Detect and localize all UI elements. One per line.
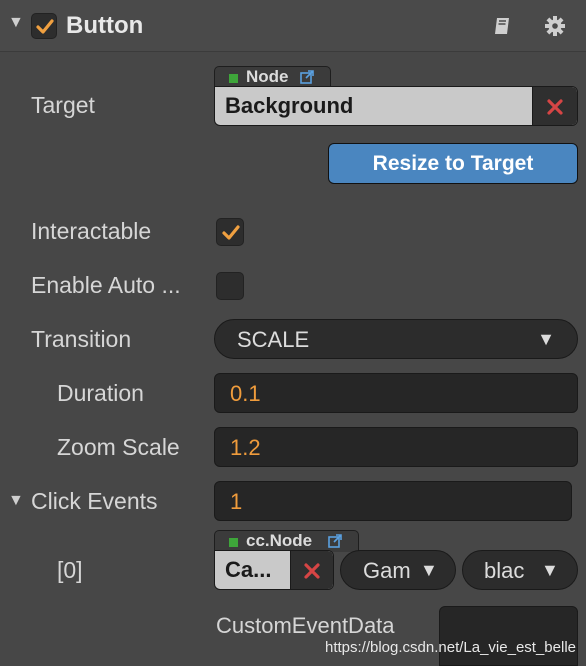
watermark-text: https://blog.csdn.net/La_vie_est_belle	[324, 639, 576, 656]
duration-value: 0.1	[230, 381, 261, 406]
checkmark-icon	[222, 225, 240, 240]
enable-auto-label: Enable Auto ...	[31, 272, 181, 298]
target-value: Background	[225, 93, 354, 118]
component-header: ▼ Button	[0, 0, 586, 52]
event-handler-select[interactable]: blac ▼	[462, 550, 578, 590]
book-icon[interactable]	[492, 15, 514, 37]
interactable-label: Interactable	[31, 218, 152, 244]
event-target-type-label: cc.Node	[246, 531, 313, 550]
interactable-checkbox[interactable]	[216, 218, 244, 246]
event-handler-value: blac	[484, 558, 525, 583]
transition-select[interactable]: SCALE ▼	[214, 319, 578, 359]
custom-event-data-input[interactable]	[439, 606, 578, 666]
click-events-count-value: 1	[230, 489, 243, 514]
external-link-icon[interactable]	[299, 69, 315, 85]
event-component-select[interactable]: Gam ▼	[340, 550, 456, 590]
event-target-remove-button[interactable]	[290, 551, 333, 589]
header-divider	[0, 51, 586, 52]
target-remove-button[interactable]	[532, 87, 577, 125]
external-link-icon[interactable]	[327, 533, 343, 549]
target-type-label: Node	[246, 67, 289, 86]
click-events-collapse-arrow-icon[interactable]: ▼	[8, 492, 24, 510]
duration-label: Duration	[57, 380, 144, 406]
component-title: Button	[66, 12, 144, 39]
transition-label: Transition	[31, 326, 132, 352]
event-target-node-field[interactable]: Ca...	[214, 550, 334, 590]
enable-auto-checkbox[interactable]	[216, 272, 244, 300]
dropdown-caret-icon: ▼	[537, 329, 555, 349]
resize-to-target-button[interactable]: Resize to Target	[328, 143, 578, 184]
component-enabled-checkbox[interactable]	[31, 13, 57, 39]
remove-x-icon	[304, 563, 320, 579]
dropdown-caret-icon: ▼	[541, 560, 559, 580]
duration-input[interactable]: 0.1	[214, 373, 578, 413]
dropdown-caret-icon: ▼	[420, 560, 438, 580]
target-node-field[interactable]: Background	[214, 86, 578, 126]
node-type-icon	[229, 538, 238, 547]
zoom-scale-input[interactable]: 1.2	[214, 427, 578, 467]
node-type-icon	[229, 74, 238, 83]
event-target-value: Ca...	[225, 557, 272, 582]
target-label: Target	[31, 92, 95, 118]
event-index-label: [0]	[57, 557, 83, 583]
collapse-arrow-icon[interactable]: ▼	[8, 14, 24, 32]
event-component-value: Gam	[363, 558, 411, 583]
event-target-type-tag: cc.Node	[214, 530, 359, 552]
gear-icon[interactable]	[544, 15, 566, 37]
checkmark-icon	[36, 19, 54, 34]
target-type-tag: Node	[214, 66, 331, 88]
zoom-scale-value: 1.2	[230, 435, 261, 460]
zoom-scale-label: Zoom Scale	[57, 434, 180, 460]
click-events-count-input[interactable]: 1	[214, 481, 572, 521]
custom-event-data-label: CustomEventData	[216, 613, 395, 638]
remove-x-icon	[547, 99, 563, 115]
click-events-label: Click Events	[31, 488, 158, 514]
transition-value: SCALE	[237, 327, 310, 352]
